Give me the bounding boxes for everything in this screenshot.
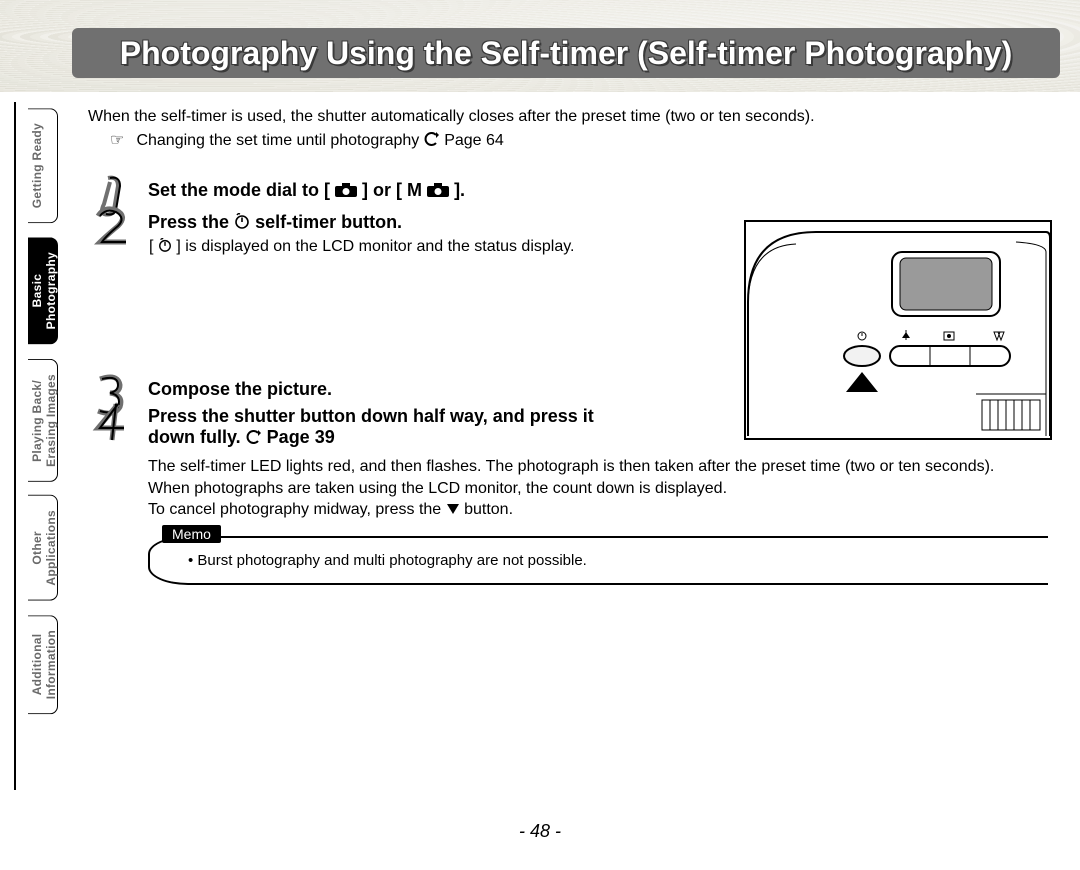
camera-icon [427,181,449,202]
camera-icon [335,181,357,202]
memo-block: Memo Burst photography and multi photogr… [148,536,1048,585]
curved-arrow-icon [424,131,440,152]
self-timer-icon [234,213,250,234]
step-3: Compose the picture. [88,379,1052,400]
step-4-description: The self-timer LED lights red, and then … [88,456,1052,522]
tab-getting-ready[interactable]: Getting Ready [28,108,58,223]
step-1: Set the mode dial to [ ] or [ M ]. [88,180,1052,202]
tab-other-applications[interactable]: Other Applications [28,495,58,601]
memo-label: Memo [162,525,221,543]
step-4: Press the shutter button down half way, … [88,406,1052,450]
page-title: Photography Using the Self-timer (Self-t… [120,35,1013,72]
memo-box: Burst photography and multi photography … [148,536,1048,585]
tab-additional-information[interactable]: Additional Information [28,615,58,714]
self-timer-icon [158,238,172,257]
page-title-banner: Photography Using the Self-timer (Self-t… [72,28,1060,78]
down-triangle-icon [446,500,460,522]
desc-line-3: To cancel photography midway, press the … [148,499,1052,522]
pointing-hand-icon: ☞ [110,130,132,150]
curved-arrow-icon [246,429,262,450]
step-number-2-icon [88,206,136,250]
tab-playing-back[interactable]: Playing Back/ Erasing Images [28,359,58,482]
step-1-title: Set the mode dial to [ ] or [ M ]. [148,180,1052,202]
desc-line-2: When photographs are taken using the LCD… [148,478,1052,500]
intro-sub-pre: Changing the set time until photography [136,132,423,149]
step-4-title: Press the shutter button down half way, … [148,406,1052,450]
section-tabs: Getting Ready Basic Photography Playing … [28,108,58,714]
desc-line-1: The self-timer LED lights red, and then … [148,456,1052,478]
intro-subtext: ☞ Changing the set time until photograph… [110,130,1052,152]
intro-sub-page: Page 64 [444,132,504,149]
memo-item: Burst photography and multi photography … [188,552,1030,569]
page-number: - 48 - [0,821,1080,842]
step-3-title: Compose the picture. [148,379,1052,400]
left-gutter-line [14,102,16,790]
tab-basic-photography[interactable]: Basic Photography [28,237,58,344]
intro-text: When the self-timer is used, the shutter… [88,108,1052,126]
content-area: When the self-timer is used, the shutter… [88,108,1052,585]
step-number-4-icon [88,400,136,444]
